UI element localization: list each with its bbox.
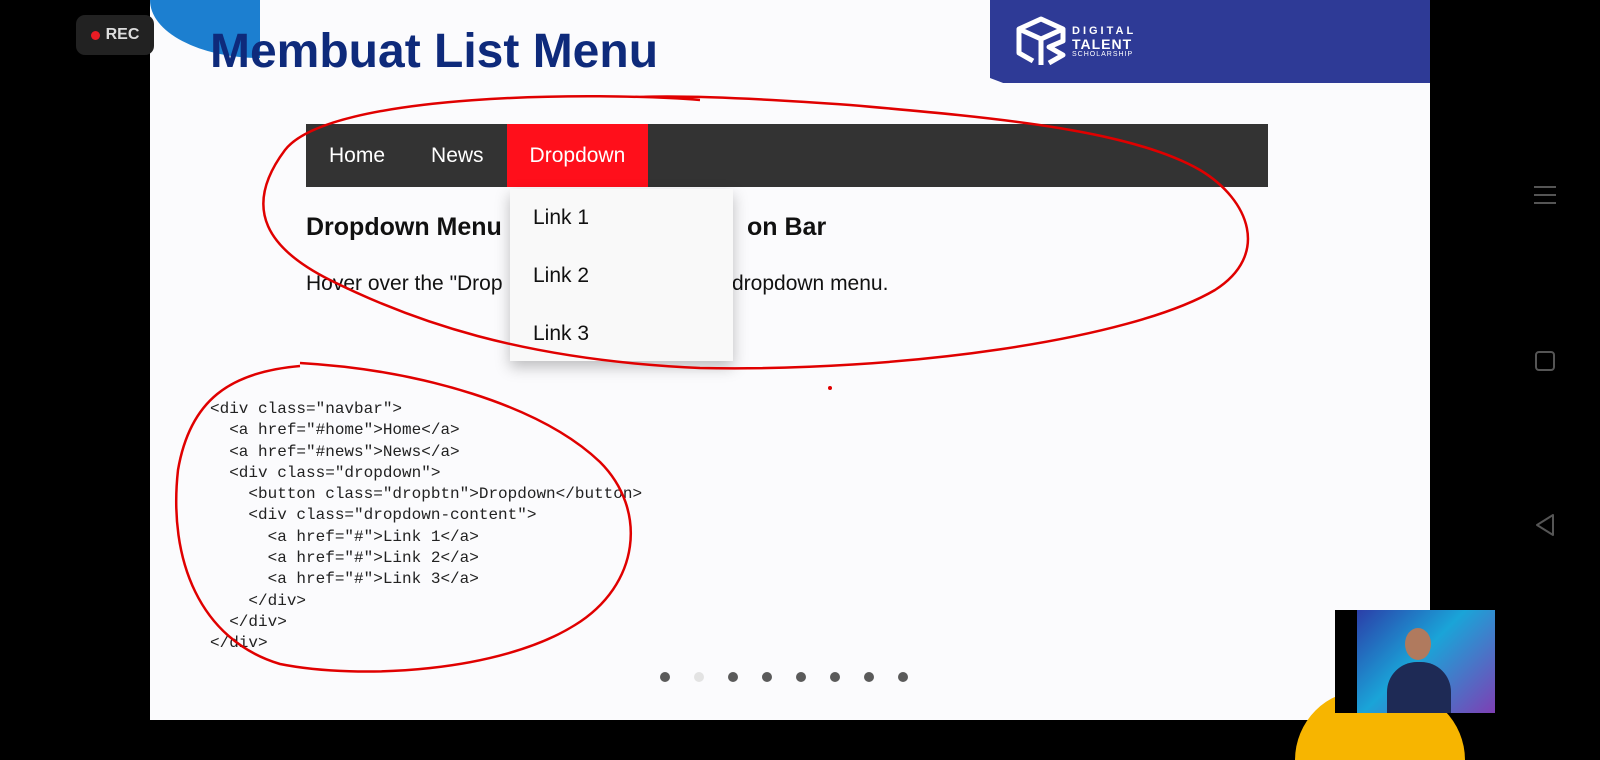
page-dot-2[interactable]	[694, 672, 704, 682]
presenter-head	[1405, 628, 1431, 660]
presenter-body	[1387, 662, 1451, 713]
brand-line-2: TALENT	[1072, 36, 1133, 52]
demo-text-end: dropdown menu.	[732, 272, 889, 295]
page-dot-3[interactable]	[728, 672, 738, 682]
recording-indicator: REC	[76, 15, 154, 55]
dropdown-link-2[interactable]: Link 2	[510, 247, 733, 305]
demo-text-start: Hover over the "Drop	[306, 272, 503, 295]
page-dot-7[interactable]	[864, 672, 874, 682]
dropdown-menu: Link 1 Link 2 Link 3	[510, 189, 733, 361]
page-dot-4[interactable]	[762, 672, 772, 682]
record-dot-icon	[90, 30, 100, 40]
page-dot-8[interactable]	[898, 672, 908, 682]
nav-dropdown-button[interactable]: Dropdown	[506, 124, 649, 187]
system-navigation-bar	[1496, 0, 1600, 720]
brand-name: DIGITAL TALENT SCHOLARSHIP	[1072, 26, 1136, 59]
nav-news[interactable]: News	[408, 124, 507, 187]
recording-label: REC	[105, 26, 140, 43]
back-triangle-icon[interactable]	[1532, 512, 1558, 538]
slide-pagination	[660, 672, 932, 682]
dts-logo-icon	[1016, 16, 1066, 66]
demo-heading-tail: on Bar	[747, 213, 827, 241]
demo-paragraph: Hover over the "Drop dropdown menu.	[306, 272, 888, 296]
nav-home[interactable]: Home	[306, 124, 408, 187]
brand-line-3: SCHOLARSHIP	[1072, 51, 1134, 58]
square-icon[interactable]	[1532, 350, 1558, 374]
page-dot-5[interactable]	[796, 672, 806, 682]
demo-heading: Dropdown Menu on Bar	[306, 213, 826, 242]
dropdown-link-3[interactable]: Link 3	[510, 305, 733, 363]
demo-heading-start: Dropdown Menu	[306, 213, 502, 241]
menu-icon[interactable]	[1532, 183, 1558, 207]
page-dot-1[interactable]	[660, 672, 670, 682]
slide-title: Membuat List Menu	[210, 25, 659, 78]
video-thumbnail[interactable]	[1335, 610, 1495, 713]
code-sample: <div class="navbar"> <a href="#home">Hom…	[210, 400, 643, 653]
dropdown-link-1[interactable]: Link 1	[510, 189, 733, 247]
page-dot-6[interactable]	[830, 672, 840, 682]
demo-navbar: Home News Dropdown	[306, 124, 1268, 187]
